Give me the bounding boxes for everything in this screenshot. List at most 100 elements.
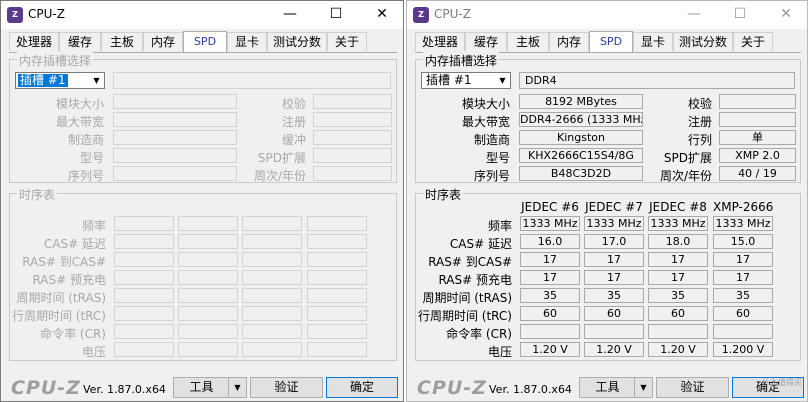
window-title: CPU-Z	[28, 7, 65, 21]
timing-row-label: 行周期时间 (tRC)	[11, 309, 106, 323]
timing-cell: 18.0	[648, 234, 708, 249]
part-number-label: 型号	[79, 151, 104, 165]
manufacturer-field	[113, 130, 237, 145]
serial-number-label: 序列号	[473, 169, 510, 183]
tab-3[interactable]: 内存	[549, 32, 589, 51]
serial-number-field	[113, 166, 237, 181]
tab-7[interactable]: 关于	[733, 32, 773, 51]
tab-1[interactable]: 缓存	[465, 32, 507, 51]
timing-cell: 35	[648, 288, 708, 303]
serial-number-field: B48C3D2D	[519, 166, 643, 181]
timing-column-header: XMP-2666	[713, 200, 774, 214]
timing-row-label: 命令率 (CR)	[40, 327, 106, 341]
checksum-label: 校验	[687, 97, 712, 111]
slot-dropdown[interactable]: 插槽 #1 ▼	[15, 72, 105, 89]
timing-row-label: 频率	[487, 219, 512, 233]
rank-label: 行列	[687, 133, 712, 147]
title-bar[interactable]: Z CPU-Z — ☐ ✕	[407, 1, 807, 29]
tab-5[interactable]: 显卡	[633, 32, 673, 51]
timing-cell	[178, 306, 238, 321]
week-year-label: 周次/年份	[659, 169, 712, 183]
memory-type-field	[113, 72, 391, 89]
tab-2[interactable]: 主板	[507, 32, 549, 51]
tab-4[interactable]: SPD	[589, 31, 633, 52]
timing-cell: 60	[713, 306, 773, 321]
timing-cell	[520, 324, 580, 339]
timing-row-label: 周期时间 (tRAS)	[422, 291, 512, 305]
close-button[interactable]: ✕	[359, 1, 405, 29]
checksum-field	[313, 94, 392, 109]
timing-cell	[114, 270, 174, 285]
chevron-down-icon[interactable]: ▼	[228, 378, 246, 397]
maximize-button[interactable]: ☐	[717, 1, 763, 29]
tab-3[interactable]: 内存	[143, 32, 183, 51]
tab-7[interactable]: 关于	[327, 32, 367, 51]
slot-selection-group: 内存插槽选择 插槽 #1 ▼ 模块大小 最大带宽 制造商 型号 序列号 校验 注册 缓冲 SPD扩展周…	[9, 52, 397, 183]
checksum-label: 校验	[281, 97, 306, 111]
timing-cell	[114, 342, 174, 357]
timing-cell: 17	[584, 252, 644, 267]
timing-cell	[307, 234, 367, 249]
slot-group-title: 内存插槽选择	[423, 52, 500, 69]
tab-6[interactable]: 测试分数	[673, 32, 733, 51]
cpuz-logo: CPU-Z	[11, 377, 81, 399]
timing-cell: 1.200 V	[713, 342, 773, 357]
registered-label: 注册	[687, 115, 712, 129]
minimize-button[interactable]: —	[671, 1, 717, 29]
minimize-button[interactable]: —	[267, 1, 313, 29]
serial-number-label: 序列号	[67, 169, 104, 183]
timing-cell: 1.20 V	[648, 342, 708, 357]
cpuz-app-icon: Z	[413, 7, 429, 23]
part-number-label: 型号	[485, 151, 510, 165]
timing-cell	[242, 288, 302, 303]
validate-button[interactable]: 验证	[656, 377, 729, 398]
slot-dropdown[interactable]: 插槽 #1 ▼	[421, 72, 511, 89]
module-size-label: 模块大小	[55, 97, 104, 111]
window-title: CPU-Z	[434, 7, 471, 21]
timing-cell	[114, 234, 174, 249]
timing-table-group: 时序表 频率 CAS# 延迟 RAS# 到CAS# RAS# 预充电 周期时间 (tRAS…	[9, 186, 397, 361]
tab-0[interactable]: 处理器	[9, 32, 59, 51]
timing-cell	[114, 306, 174, 321]
timing-cell: 17.0	[584, 234, 644, 249]
tab-4[interactable]: SPD	[183, 31, 227, 52]
tab-1[interactable]: 缓存	[59, 32, 101, 51]
tab-2[interactable]: 主板	[101, 32, 143, 51]
close-button[interactable]: ✕	[763, 1, 808, 29]
tab-6[interactable]: 测试分数	[267, 32, 327, 51]
timing-cell: 17	[520, 270, 580, 285]
slot-dropdown-value: 插槽 #1	[426, 73, 472, 87]
title-bar[interactable]: Z CPU-Z — ☐ ✕	[1, 1, 403, 29]
ok-button[interactable]: 确定	[326, 377, 398, 398]
registered-field	[719, 112, 796, 127]
timing-row-label: RAS# 到CAS#	[22, 255, 106, 269]
timing-column-header: JEDEC #6	[521, 200, 579, 214]
timing-cell	[242, 252, 302, 267]
max-bandwidth-field: DDR4-2666 (1333 MHz)	[519, 112, 643, 127]
cpuz-window-left: Z CPU-Z — ☐ ✕ 处理器 缓存 主板 内存 SPD 显卡 测试分数 关于 内存插槽选择 插槽 #1…	[0, 0, 404, 402]
timing-cell	[178, 324, 238, 339]
spd-ext-field: XMP 2.0	[719, 148, 796, 163]
spd-ext-field	[313, 148, 392, 163]
buffered-field	[313, 130, 392, 145]
timing-row-label: RAS# 预充电	[438, 273, 512, 287]
timing-cell	[307, 270, 367, 285]
tools-button[interactable]: 工具 ▼	[579, 377, 653, 398]
slot-selection-group: 内存插槽选择 插槽 #1 ▼ DDR4 模块大小 8192 MBytes 最大带宽 DDR4-…	[415, 52, 801, 183]
max-bandwidth-label: 最大带宽	[55, 115, 104, 129]
registered-field	[313, 112, 392, 127]
chevron-down-icon: ▼	[499, 76, 506, 85]
validate-button[interactable]: 验证	[250, 377, 323, 398]
timing-row-label: 频率	[81, 219, 106, 233]
tab-0[interactable]: 处理器	[415, 32, 465, 51]
chevron-down-icon[interactable]: ▼	[634, 378, 652, 397]
tools-button[interactable]: 工具 ▼	[173, 377, 247, 398]
timing-cell	[307, 288, 367, 303]
timing-table-group: 时序表 JEDEC #6 JEDEC #7 JEDEC #8 XMP-2666 频率 133…	[415, 186, 801, 361]
tools-button-label: 工具	[189, 380, 214, 394]
tools-button-label: 工具	[595, 380, 620, 394]
timing-cell	[648, 324, 708, 339]
maximize-button[interactable]: ☐	[313, 1, 359, 29]
registered-label: 注册	[281, 115, 306, 129]
tab-5[interactable]: 显卡	[227, 32, 267, 51]
